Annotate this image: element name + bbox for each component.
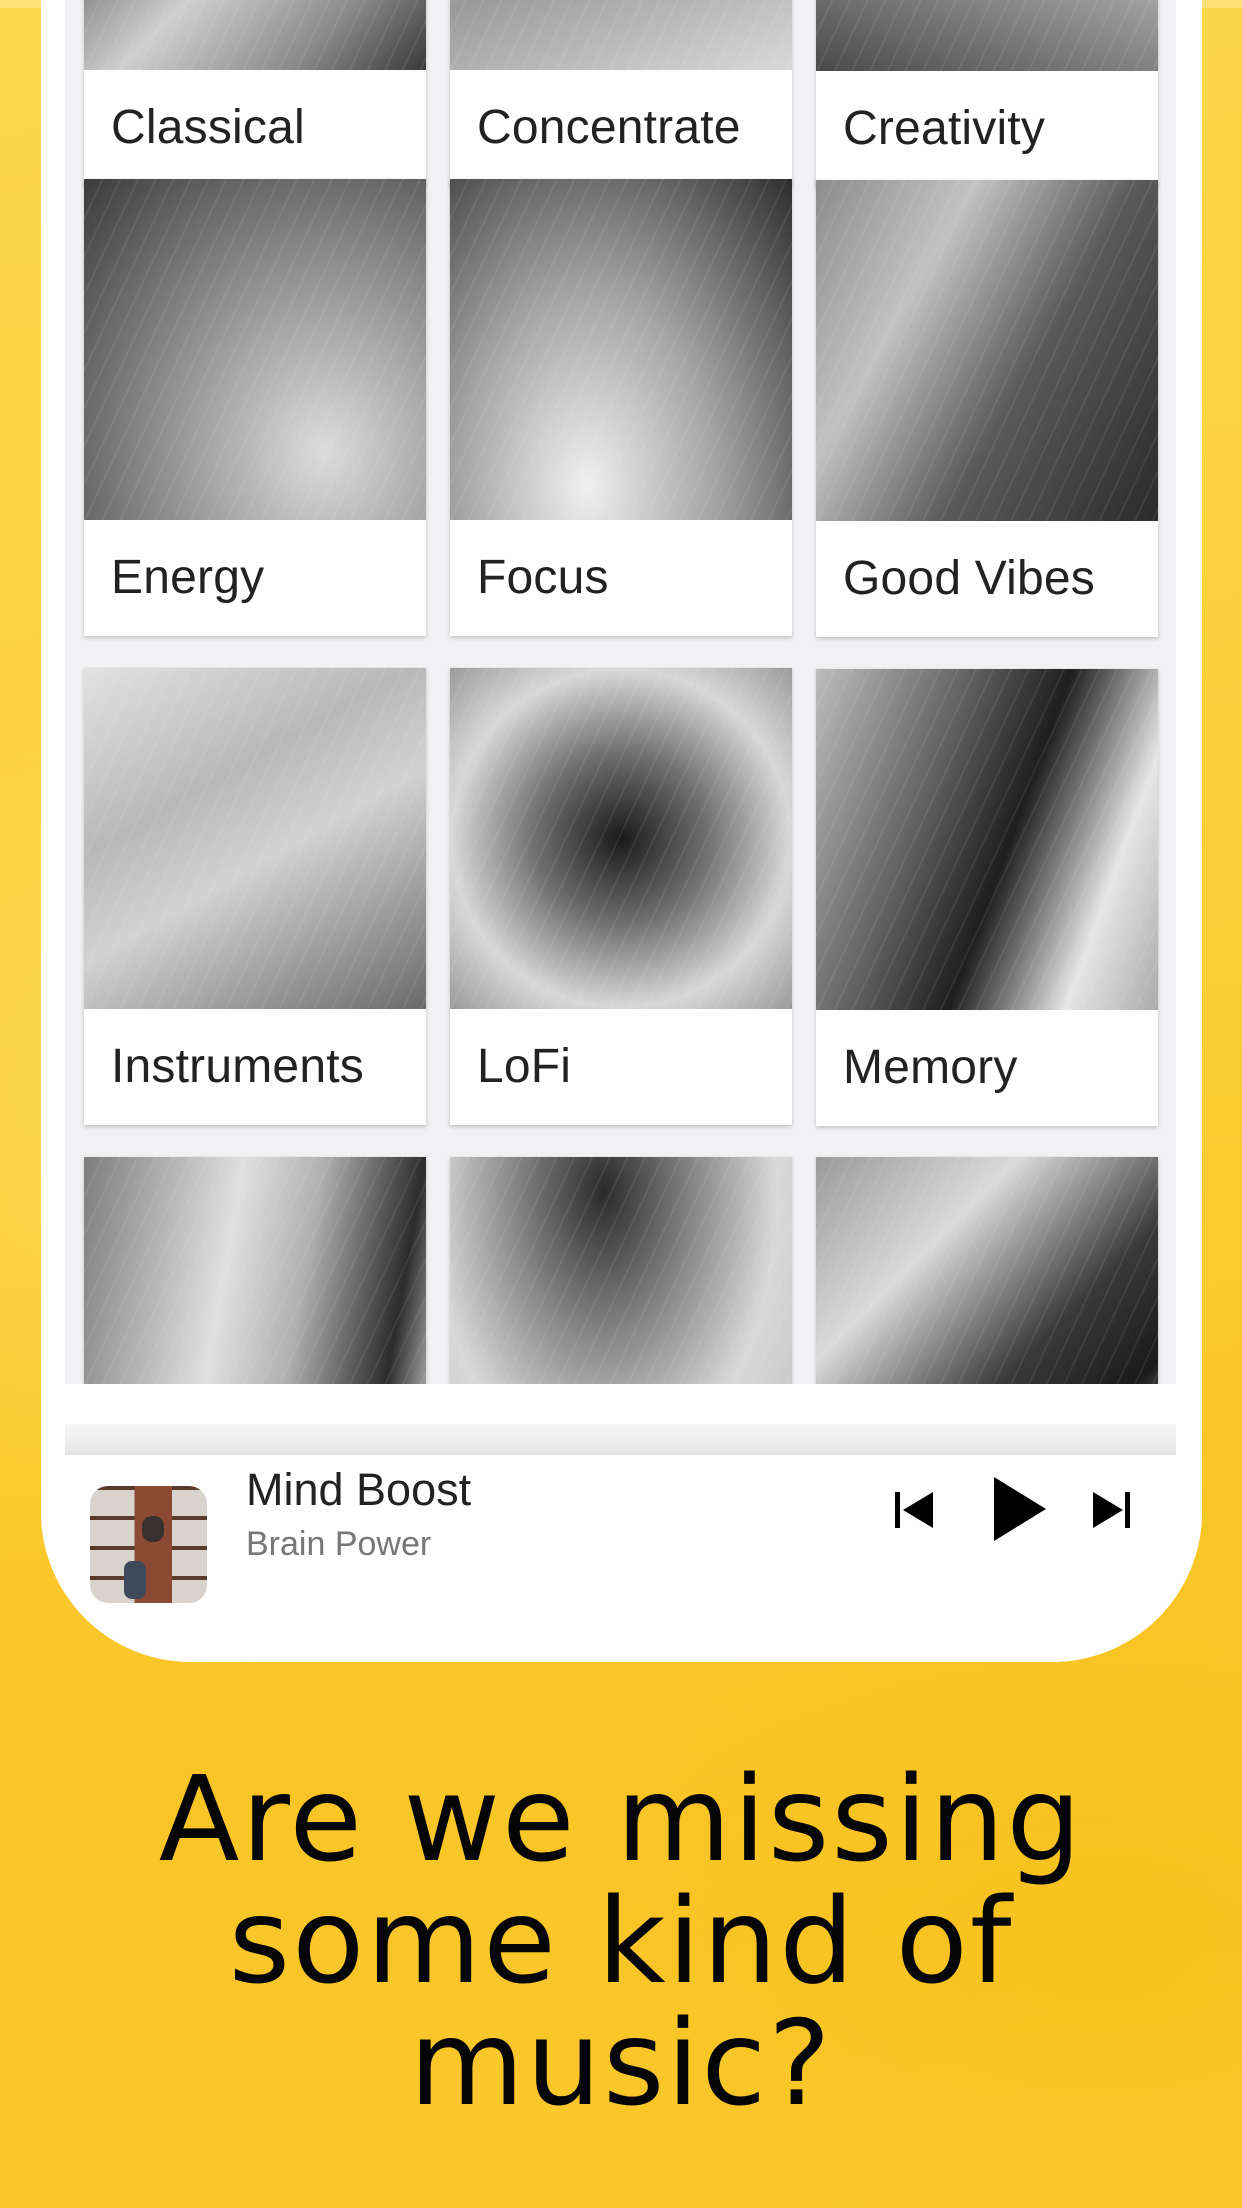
skip-next-button[interactable] [1091, 1488, 1135, 1532]
category-image [450, 1157, 792, 1384]
album-art-figure-bag [124, 1561, 146, 1599]
category-label: LoFi [477, 1040, 572, 1093]
category-label: Creativity [843, 102, 1046, 155]
category-card[interactable] [816, 1157, 1158, 1384]
category-image [84, 1157, 426, 1384]
category-card-lofi[interactable]: LoFi [450, 668, 792, 1125]
category-card-memory[interactable]: Memory [816, 669, 1158, 1126]
promo-headline: Are we missing some kind of music? [0, 1758, 1242, 2124]
skip-previous-button[interactable] [893, 1488, 937, 1532]
track-subtitle: Brain Power [246, 1525, 432, 1563]
category-label: Memory [843, 1041, 1018, 1094]
category-image [450, 179, 792, 520]
category-image [450, 0, 792, 70]
mini-player[interactable]: Mind Boost Brain Power [41, 1455, 1202, 1662]
category-label: Concentrate [477, 101, 741, 154]
skip-previous-icon [895, 1492, 933, 1528]
category-image [816, 180, 1158, 521]
headline-line: Are we missing [158, 1750, 1084, 1888]
category-card-instruments[interactable]: Instruments [84, 668, 426, 1125]
category-card[interactable] [84, 1157, 426, 1384]
category-label: Good Vibes [843, 552, 1095, 605]
category-image [816, 0, 1158, 71]
category-image [450, 668, 792, 1009]
category-card-creativity[interactable]: Creativity [816, 0, 1158, 187]
category-image [84, 668, 426, 1009]
album-art-figure-head [142, 1516, 164, 1542]
category-card-focus[interactable]: Focus [450, 179, 792, 636]
category-card-concentrate[interactable]: Concentrate [450, 0, 792, 186]
category-card-energy[interactable]: Energy [84, 179, 426, 636]
list-divider [65, 1424, 1176, 1455]
category-label: Energy [111, 551, 265, 604]
play-icon [994, 1477, 1046, 1541]
phone-mockup: Classical Concentrate Creativity Energy … [41, 0, 1202, 1662]
category-card[interactable] [450, 1157, 792, 1384]
category-label: Instruments [111, 1040, 364, 1093]
album-art[interactable] [90, 1486, 207, 1603]
category-grid-scroll[interactable]: Classical Concentrate Creativity Energy … [65, 0, 1176, 1384]
category-card-classical[interactable]: Classical [84, 0, 426, 186]
play-button[interactable] [992, 1475, 1048, 1543]
category-card-good-vibes[interactable]: Good Vibes [816, 180, 1158, 637]
category-label: Classical [111, 101, 305, 154]
track-title: Mind Boost [246, 1464, 472, 1515]
category-image [816, 1157, 1158, 1384]
skip-next-icon [1093, 1492, 1130, 1528]
headline-line: music? [409, 1994, 833, 2132]
headline-line: some kind of [228, 1872, 1014, 2010]
category-image [816, 669, 1158, 1010]
category-label: Focus [477, 551, 609, 604]
category-image [84, 179, 426, 520]
category-image [84, 0, 426, 70]
